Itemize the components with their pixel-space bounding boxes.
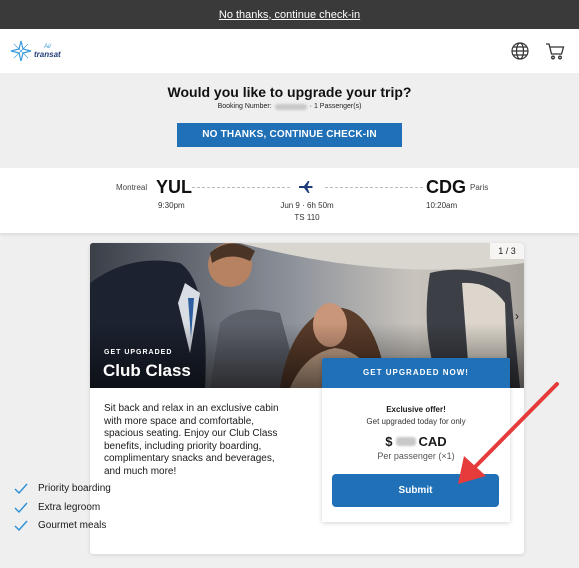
booking-number-redacted — [274, 103, 307, 110]
origin-code: YUL — [156, 177, 192, 197]
booking-info: Booking Number: · 1 Passenger(s) — [0, 103, 579, 110]
air-transat-logo-icon — [10, 40, 32, 62]
route-line-right — [325, 187, 423, 188]
card-class-name: Club Class — [103, 361, 191, 380]
feature-label: Priority boarding — [38, 483, 111, 494]
class-description: Sit back and relax in an exclusive cabin… — [104, 403, 279, 477]
flight-date-duration: Jun 9 · 6h 50m — [280, 201, 334, 210]
route-line-left — [192, 187, 290, 188]
chevron-right-icon[interactable]: › — [515, 309, 519, 323]
price-currency: CAD — [418, 434, 447, 449]
red-arrow-icon — [458, 382, 559, 484]
checkmark-icon — [14, 520, 28, 531]
booking-label: Booking Number: — [217, 103, 272, 110]
feature-item: Priority boarding — [14, 483, 111, 494]
destination-city: Paris — [470, 183, 489, 192]
globe-icon[interactable] — [511, 42, 529, 60]
cart-icon[interactable] — [545, 42, 565, 60]
price-prefix: $ — [385, 434, 393, 449]
no-thanks-button[interactable]: NO THANKS, CONTINUE CHECK-IN — [177, 123, 402, 147]
no-thanks-link[interactable]: No thanks, continue check-in — [219, 9, 360, 21]
destination-code: CDG — [426, 177, 466, 197]
price-amount-redacted — [395, 437, 416, 446]
origin-city: Montreal — [116, 183, 148, 192]
feature-item: Extra legroom — [14, 502, 100, 513]
destination-time: 10:20am — [426, 201, 458, 210]
origin-time: 9:30pm — [158, 201, 185, 210]
checkmark-icon — [14, 502, 28, 513]
air-transat-logo[interactable]: Air transat — [10, 40, 61, 62]
plane-icon — [299, 181, 313, 193]
checkmark-icon — [14, 483, 28, 494]
logo-transat-text: transat — [34, 50, 61, 59]
page-title: Would you like to upgrade your trip? — [167, 84, 412, 100]
site-header: Air transat — [0, 29, 579, 73]
feature-item: Gourmet meals — [14, 520, 106, 531]
card-eyebrow: GET UPGRADED — [104, 349, 173, 356]
feature-label: Gourmet meals — [38, 520, 107, 531]
passenger-count: · 1 Passenger(s) — [309, 103, 362, 110]
top-bar: No thanks, continue check-in — [0, 0, 579, 29]
feature-label: Extra legroom — [38, 502, 101, 513]
slide-counter: 1 / 3 — [490, 243, 524, 259]
flight-number: TS 110 — [294, 213, 320, 222]
upgrade-hero: Would you like to upgrade your trip? Boo… — [0, 73, 579, 169]
